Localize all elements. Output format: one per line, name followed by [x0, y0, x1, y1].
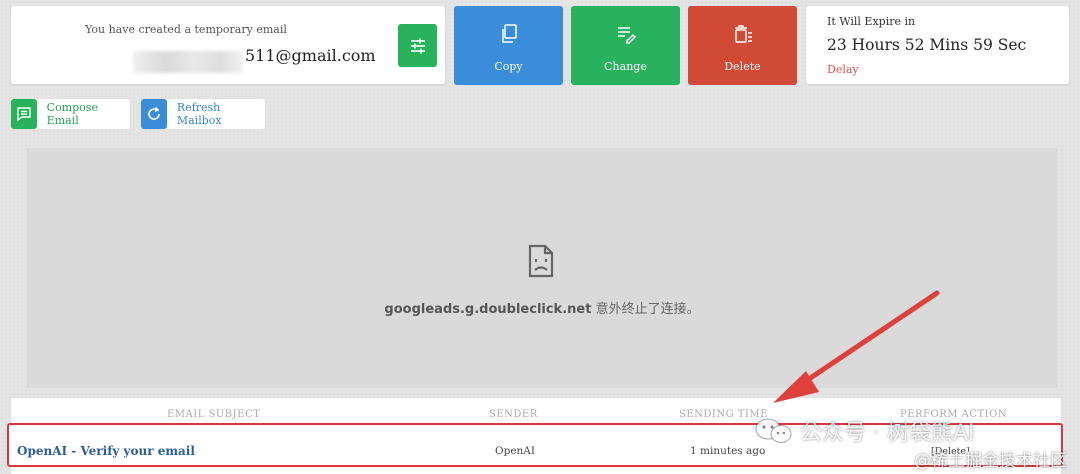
copy-label: Copy [494, 60, 523, 73]
refresh-label: Refresh Mailbox [176, 101, 222, 127]
copy-button[interactable]: Copy [454, 6, 563, 85]
connection-error-text: googleads.g.doubleclick.net 意外终止了连接。 [27, 298, 1057, 317]
settings-sliders-icon [410, 38, 425, 53]
expire-countdown: 23 Hours 52 Mins 59 Sec [827, 36, 1027, 54]
compose-icon-box [11, 99, 37, 129]
refresh-mailbox-button[interactable]: Refresh Mailbox [141, 99, 265, 129]
wechat-icon [755, 418, 792, 443]
trash-icon [734, 25, 752, 43]
expire-caption: It Will Expire in [827, 15, 916, 28]
email-address: 511@gmail.com [245, 46, 376, 65]
email-caption: You have created a temporary email [85, 23, 287, 36]
temp-email-card: You have created a temporary email 511@g… [11, 6, 445, 84]
expire-card: It Will Expire in 23 Hours 52 Mins 59 Se… [806, 6, 1069, 84]
edit-icon [617, 27, 636, 44]
error-message: 意外终止了连接。 [591, 302, 700, 317]
header-email-subject: EMAIL SUBJECT [167, 409, 261, 420]
header-sender: SENDER [489, 409, 538, 420]
change-label: Change [604, 60, 647, 73]
ad-frame: googleads.g.doubleclick.net 意外终止了连接。 [27, 148, 1057, 388]
email-subject-link[interactable]: OpenAI - Verify your email [17, 444, 195, 458]
refresh-icon [148, 106, 160, 120]
copy-icon [501, 24, 517, 43]
email-sender: OpenAI [495, 445, 536, 457]
change-button[interactable]: Change [571, 6, 680, 85]
delete-label: Delete [724, 60, 761, 73]
refresh-icon-box [141, 99, 167, 129]
compose-icon [17, 107, 31, 122]
wechat-watermark: 公众号 · 树袋熊AI [754, 415, 975, 447]
watermark-account: 公众号 · 树袋熊AI [800, 421, 975, 446]
broken-page-icon [528, 244, 554, 278]
error-domain: googleads.g.doubleclick.net [384, 302, 592, 317]
delay-link[interactable]: Delay [827, 63, 859, 76]
compose-email-button[interactable]: Compose Email [11, 99, 130, 129]
email-settings-button[interactable] [398, 24, 437, 67]
site-watermark: @稀土掘金技术社区 [914, 451, 1067, 471]
delete-button[interactable]: Delete [688, 6, 797, 85]
email-redaction [133, 51, 243, 73]
compose-label: Compose Email [46, 101, 98, 127]
